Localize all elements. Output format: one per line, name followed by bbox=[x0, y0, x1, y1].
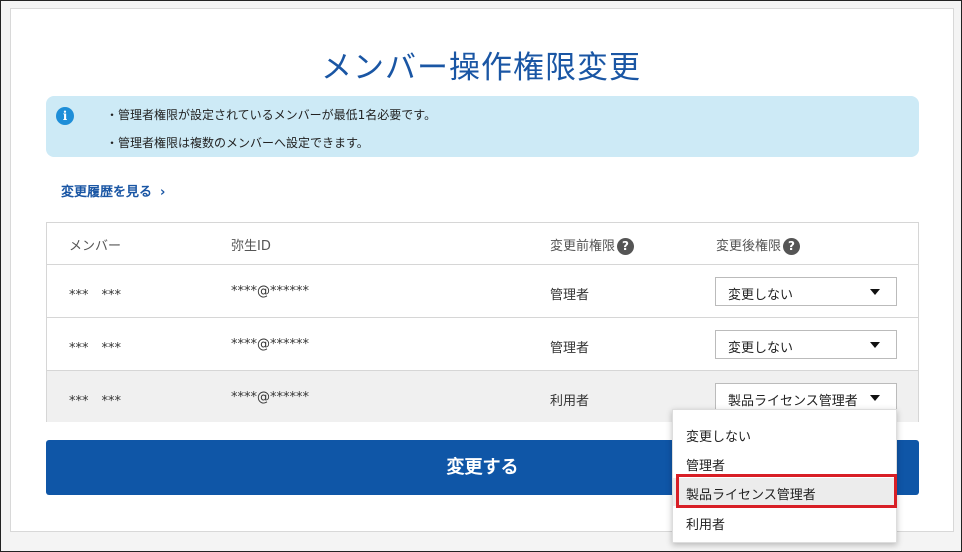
member-id: ****@****** bbox=[231, 337, 309, 352]
before-permission: 利用者 bbox=[550, 394, 590, 409]
header-before-label: 変更前権限 bbox=[550, 239, 616, 254]
dropdown-option[interactable]: 利用者 bbox=[673, 508, 896, 536]
page-title: メンバー操作権限変更 bbox=[321, 50, 641, 86]
select-value: 変更しない bbox=[728, 341, 794, 356]
before-permission: 管理者 bbox=[550, 341, 590, 356]
member-id: ****@****** bbox=[231, 390, 309, 405]
caret-down-icon bbox=[870, 395, 880, 401]
after-permission-select[interactable]: 製品ライセンス管理者 bbox=[715, 383, 897, 412]
table-row: *** *** ****@****** 管理者 変更しない bbox=[47, 265, 918, 318]
before-permission: 管理者 bbox=[550, 288, 590, 303]
select-value: 変更しない bbox=[728, 288, 794, 303]
dropdown-option[interactable]: 変更しない bbox=[673, 420, 896, 448]
history-link[interactable]: 変更履歴を見る › bbox=[61, 181, 165, 200]
member-id: ****@****** bbox=[231, 284, 309, 299]
history-link-label: 変更履歴を見る bbox=[61, 185, 153, 200]
header-yayoi-id: 弥生ID bbox=[231, 239, 271, 254]
table-header: メンバー 弥生ID 変更前権限? 変更後権限? bbox=[47, 223, 918, 265]
highlight-annotation bbox=[676, 474, 897, 508]
help-icon[interactable]: ? bbox=[783, 238, 801, 255]
member-name: *** *** bbox=[69, 341, 122, 356]
notice-line-1: ・管理者権限が設定されているメンバーが最低1名必要です。 bbox=[106, 108, 437, 122]
header-before: 変更前権限? bbox=[550, 235, 635, 255]
info-icon: i bbox=[56, 107, 74, 125]
header-after: 変更後権限? bbox=[716, 235, 801, 255]
help-icon[interactable]: ? bbox=[617, 238, 635, 255]
caret-down-icon bbox=[870, 289, 880, 295]
notice-line-2: ・管理者権限は複数のメンバーへ設定できます。 bbox=[106, 136, 369, 150]
table-row: *** *** ****@****** 管理者 変更しない bbox=[47, 318, 918, 371]
after-permission-select[interactable]: 変更しない bbox=[715, 330, 897, 359]
header-member: メンバー bbox=[69, 239, 122, 254]
member-name: *** *** bbox=[69, 394, 122, 409]
caret-down-icon bbox=[870, 342, 880, 348]
dropdown-option[interactable]: 管理者 bbox=[673, 449, 896, 477]
member-name: *** *** bbox=[69, 288, 122, 303]
chevron-right-icon: › bbox=[160, 185, 166, 200]
notice-box: i ・管理者権限が設定されているメンバーが最低1名必要です。 ・管理者権限は複数… bbox=[46, 96, 919, 157]
header-after-label: 変更後権限 bbox=[716, 239, 782, 254]
members-table: メンバー 弥生ID 変更前権限? 変更後権限? *** *** ****@***… bbox=[46, 222, 919, 422]
select-value: 製品ライセンス管理者 bbox=[728, 394, 858, 409]
after-permission-select[interactable]: 変更しない bbox=[715, 277, 897, 306]
